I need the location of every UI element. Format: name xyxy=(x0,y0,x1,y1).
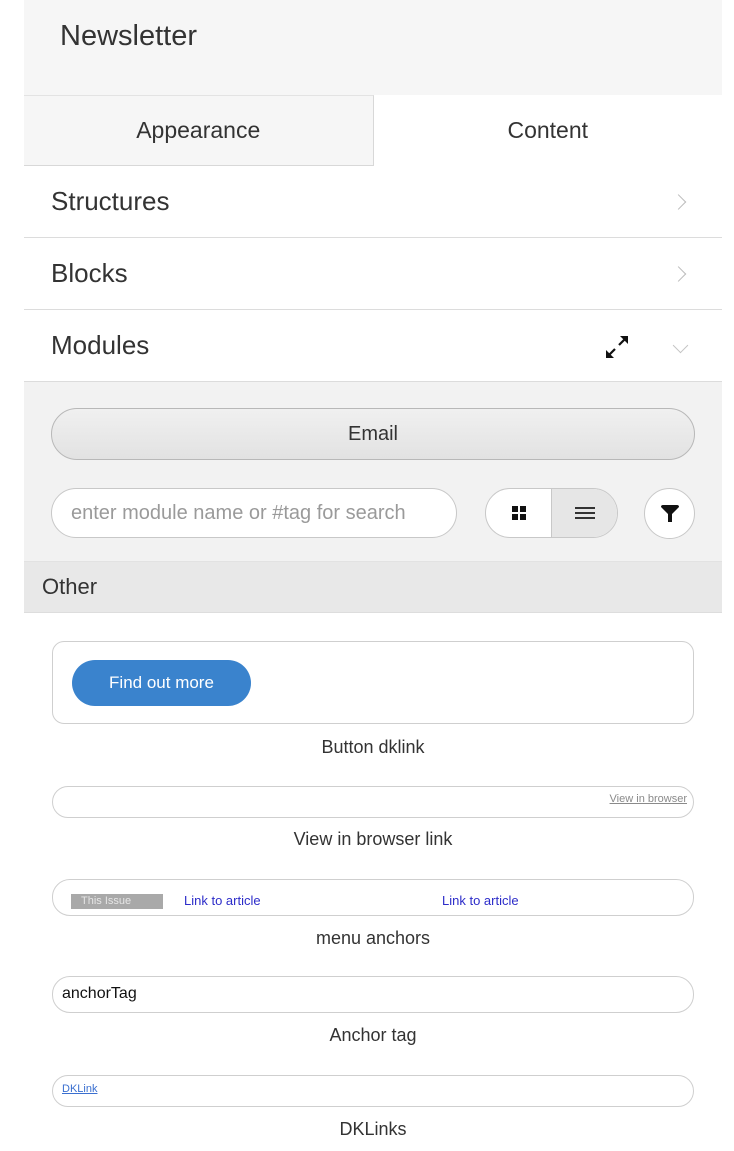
chevron-right-icon xyxy=(670,193,687,210)
dklink-preview: DKLink xyxy=(62,1083,98,1095)
tab-content[interactable]: Content xyxy=(373,95,722,166)
view-in-browser-preview: View in browser xyxy=(609,793,687,805)
module-card-anchor-tag[interactable]: anchorTag xyxy=(52,976,694,1013)
modules-toolbar: Email xyxy=(24,382,722,562)
link-to-article-preview: Link to article xyxy=(442,893,519,908)
module-card-button-dklink[interactable]: Find out more xyxy=(52,641,694,724)
list-view-button[interactable] xyxy=(551,489,617,537)
this-issue-preview: This Issue xyxy=(71,894,163,909)
module-card-view-in-browser[interactable]: View in browser xyxy=(52,786,694,818)
module-search-input[interactable] xyxy=(51,488,457,538)
panel-header: Newsletter xyxy=(24,0,722,95)
module-caption-menu-anchors: menu anchors xyxy=(315,928,431,948)
tab-appearance[interactable]: Appearance xyxy=(24,95,374,166)
anchor-tag-preview: anchorTag xyxy=(62,985,137,1002)
accordion-structures-label: Structures xyxy=(51,186,170,216)
filter-icon xyxy=(660,504,679,522)
list-icon xyxy=(574,507,595,519)
grid-view-button[interactable] xyxy=(486,489,551,537)
section-header-other: Other xyxy=(24,562,722,613)
tab-bar: Appearance Content xyxy=(24,95,722,166)
link-to-article-preview: Link to article xyxy=(184,893,261,908)
accordion-modules-label: Modules xyxy=(51,330,150,360)
module-caption-dklinks: DKLinks xyxy=(339,1119,407,1139)
module-caption-button-dklink: Button dklink xyxy=(321,737,425,757)
filter-button[interactable] xyxy=(644,488,695,539)
accordion-structures[interactable]: Structures xyxy=(24,166,722,238)
email-button[interactable]: Email xyxy=(51,408,695,460)
grid-icon xyxy=(511,506,526,520)
find-out-more-preview: Find out more xyxy=(72,660,251,706)
chevron-right-icon xyxy=(670,265,687,282)
module-caption-anchor-tag: Anchor tag xyxy=(329,1025,417,1045)
chevron-down-icon[interactable] xyxy=(672,337,689,354)
panel-title: Newsletter xyxy=(60,20,197,52)
module-card-dklinks[interactable]: DKLink xyxy=(52,1075,694,1107)
view-mode-toggle xyxy=(485,488,618,538)
editor-panel: Newsletter Appearance Content Structures… xyxy=(24,0,722,1151)
accordion-blocks-label: Blocks xyxy=(51,258,128,288)
module-card-menu-anchors[interactable]: This Issue Link to article Link to artic… xyxy=(52,879,694,916)
accordion-blocks[interactable]: Blocks xyxy=(24,238,722,310)
module-list: Find out more Button dklink View in brow… xyxy=(24,613,722,1151)
expand-icon[interactable] xyxy=(600,330,634,364)
module-caption-view-in-browser: View in browser link xyxy=(293,829,453,849)
accordion-modules[interactable]: Modules xyxy=(24,310,722,382)
